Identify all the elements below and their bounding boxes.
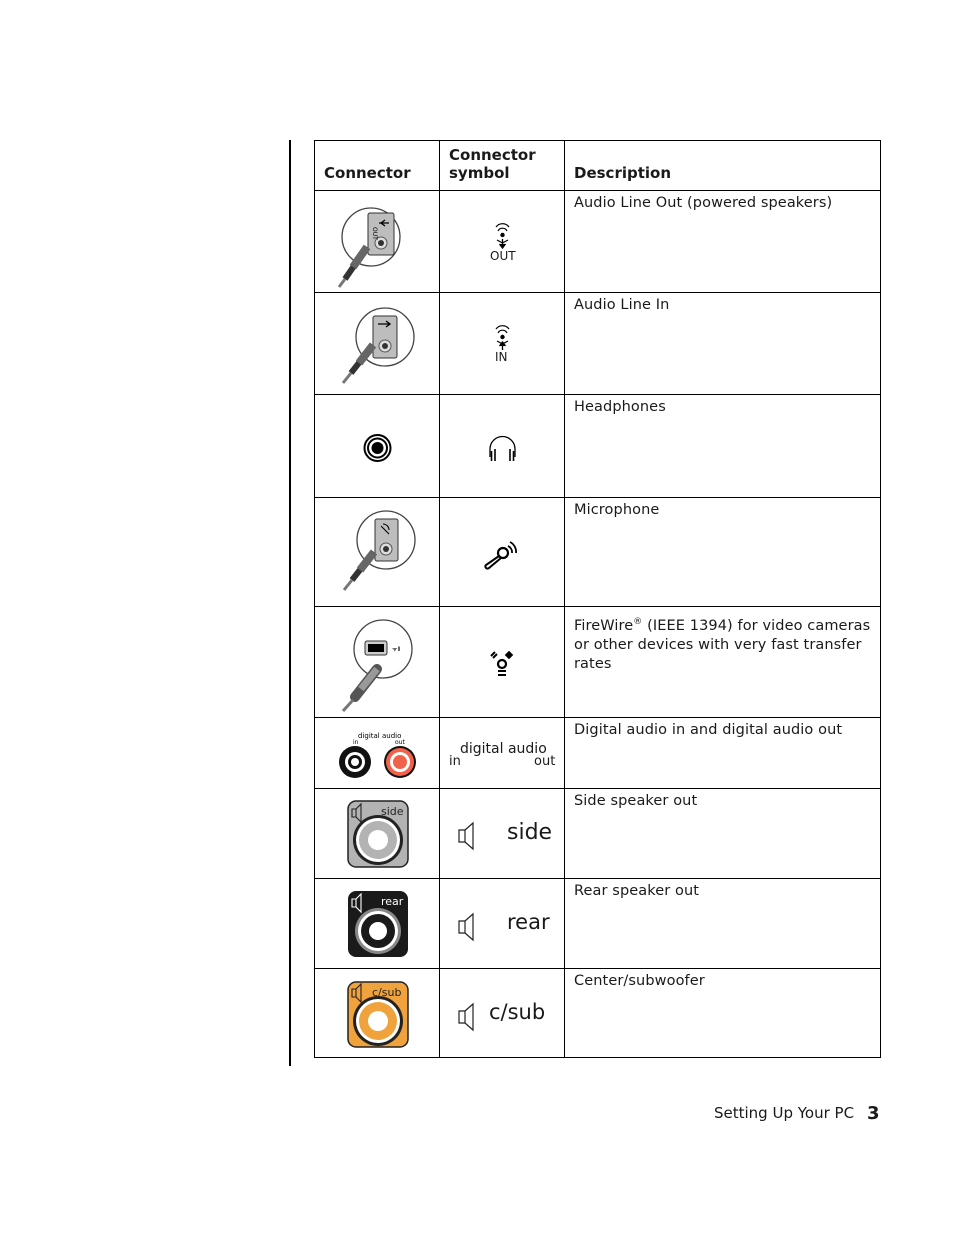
- symbol-label: side: [507, 820, 553, 845]
- description-text: FireWire: [574, 618, 634, 634]
- speaker-icon: [458, 912, 474, 942]
- margin-rule: [289, 140, 291, 1066]
- audio-in-symbol-icon: [495, 325, 510, 350]
- header-connector: Connector: [314, 140, 440, 191]
- description-cell: Audio Line Out (powered speakers): [564, 190, 881, 293]
- connector-label: rear: [381, 895, 404, 908]
- symbol-label: c/sub: [489, 1000, 546, 1024]
- table-row: rear rear Rear speaker out: [314, 878, 881, 969]
- audio-line-in-jack-icon: [341, 307, 415, 384]
- description-cell: Digital audio in and digital audio out: [564, 717, 881, 789]
- table-row: c/sub c/sub Center/subwoofer: [314, 968, 881, 1058]
- connector-cell: c/sub: [314, 968, 440, 1058]
- speaker-icon: [458, 821, 474, 851]
- connector-cell: OUT: [314, 190, 440, 293]
- symbol-cell: OUT: [439, 190, 565, 293]
- digital-audio-jacks-icon: digital audio in out: [339, 732, 416, 778]
- rear-speaker-jack-icon: rear: [348, 891, 408, 957]
- description-cell: Side speaker out: [564, 788, 881, 879]
- symbol-cell: c/sub: [439, 968, 565, 1058]
- table-row: OUT OUT Audio Line Out (powered speakers…: [314, 190, 881, 293]
- description-cell: Audio Line In: [564, 292, 881, 395]
- header-description: Description: [564, 140, 881, 191]
- table-row: side side Side speaker out: [314, 788, 881, 879]
- symbol-cell: side: [439, 788, 565, 879]
- section-title: Setting Up Your PC: [714, 1104, 855, 1122]
- svg-text:ᯤⅡ: ᯤⅡ: [392, 646, 400, 653]
- header-connector-symbol: Connector symbol: [439, 140, 565, 191]
- page-footer: Setting Up Your PC 3: [714, 1104, 880, 1124]
- center-subwoofer-jack-icon: c/sub: [347, 981, 409, 1048]
- connector-cell: rear: [314, 878, 440, 969]
- symbol-label: IN: [495, 350, 508, 364]
- connector-cell: [314, 497, 440, 607]
- connector-cell: ᯤⅡ: [314, 606, 440, 718]
- table-row: Microphone: [314, 497, 881, 607]
- connector-label-in: in: [353, 739, 359, 746]
- connector-label-out: out: [395, 739, 405, 746]
- symbol-cell: [439, 497, 565, 607]
- description-cell: Center/subwoofer: [564, 968, 881, 1058]
- side-speaker-jack-icon: side: [347, 800, 409, 868]
- symbol-label: OUT: [490, 249, 516, 263]
- description-cell: Rear speaker out: [564, 878, 881, 969]
- description-cell: Headphones: [564, 394, 881, 498]
- page-number: 3: [867, 1103, 880, 1124]
- description-cell: Microphone: [564, 497, 881, 607]
- symbol-cell: [439, 606, 565, 718]
- connector-cell: [314, 394, 440, 498]
- firewire-icon: [490, 650, 514, 676]
- description-cell: FireWire® (IEEE 1394) for video cameras …: [564, 606, 881, 718]
- speaker-icon: [458, 1002, 474, 1032]
- symbol-cell: in digital audio out: [439, 717, 565, 789]
- connector-cell: [314, 292, 440, 395]
- headphone-jack-icon: [363, 434, 392, 462]
- table-row: ᯤⅡ FireWire® (IEEE 1394) for video camer…: [314, 606, 881, 718]
- microphone-jack-icon: [342, 510, 416, 591]
- connector-cell: digital audio in out: [314, 717, 440, 789]
- firewire-port-icon: ᯤⅡ: [341, 619, 413, 713]
- symbol-cell: [439, 394, 565, 498]
- table-row: digital audio in out in digital audio ou…: [314, 717, 881, 789]
- svg-text:OUT: OUT: [371, 227, 378, 240]
- headphones-icon: [489, 435, 516, 461]
- symbol-label: rear: [507, 910, 550, 934]
- symbol-out-label: out: [534, 754, 556, 769]
- table-row: Headphones: [314, 394, 881, 498]
- audio-line-out-jack-icon: OUT: [337, 207, 401, 288]
- connector-table: Connector Connector symbol Description O…: [314, 140, 881, 1058]
- table-header-row: Connector Connector symbol Description: [314, 140, 881, 191]
- audio-out-symbol-icon: [495, 223, 510, 250]
- connector-cell: side: [314, 788, 440, 879]
- symbol-cell: IN: [439, 292, 565, 395]
- symbol-cell: rear: [439, 878, 565, 969]
- microphone-icon: [484, 541, 517, 570]
- table-row: IN Audio Line In: [314, 292, 881, 395]
